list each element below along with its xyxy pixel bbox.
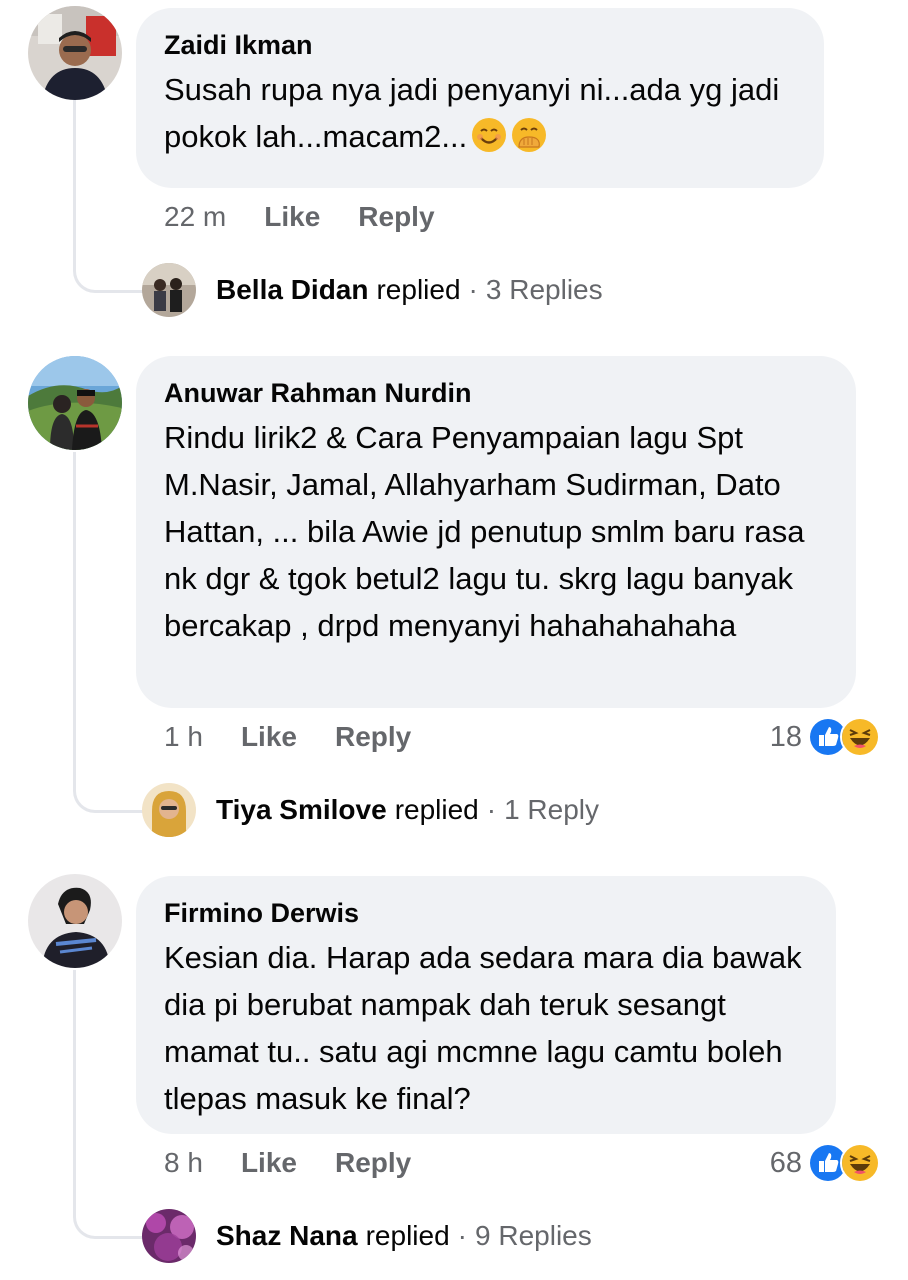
comment-bubble: Zaidi Ikman Susah rupa nya jadi penyanyi… [136,8,824,188]
reply-count[interactable]: 3 Replies [486,274,603,306]
comment-timestamp[interactable]: 1 h [164,721,203,752]
reply-avatar [142,783,196,837]
reply-count[interactable]: 1 Reply [504,794,599,826]
reply-button[interactable]: Reply [335,1147,411,1178]
reply-count[interactable]: 9 Replies [475,1220,592,1252]
comment-author[interactable]: Zaidi Ikman [164,28,796,62]
like-button[interactable]: Like [241,1147,297,1178]
face-with-hand-over-mouth-icon [511,117,547,153]
reply-verb: replied [376,274,461,305]
view-replies-link[interactable]: Tiya Smilove replied · 1 Reply [142,782,599,838]
like-button[interactable]: Like [264,201,320,232]
comment-bubble: Firmino Derwis Kesian dia. Harap ada sed… [136,876,836,1134]
comment-actions: 1 h Like Reply [164,720,411,754]
reply-author[interactable]: Shaz Nana [216,1220,358,1252]
comment-text: Susah rupa nya jadi penyanyi ni...ada yg… [164,72,780,154]
avatar[interactable] [28,6,122,100]
view-replies-link[interactable]: Bella Didan replied · 3 Replies [142,262,603,318]
comment-text: Kesian dia. Harap ada sedara mara dia ba… [164,940,802,1116]
avatar[interactable] [28,874,122,968]
comment-actions: 22 m Like Reply [164,200,435,234]
reply-avatar [142,263,196,317]
separator-dot: · [457,1220,467,1251]
reaction-summary[interactable]: 18 [770,717,880,757]
view-replies-link[interactable]: Shaz Nana replied · 9 Replies [142,1208,592,1264]
avatar[interactable] [28,356,122,450]
reply-button[interactable]: Reply [335,721,411,752]
separator-dot: · [486,794,497,825]
reaction-count: 18 [769,720,802,753]
comment-text: Rindu lirik2 & Cara Penyampaian lagu Spt… [164,420,805,643]
comment-timestamp[interactable]: 22 m [164,201,226,232]
comment-actions: 8 h Like Reply [164,1146,411,1180]
comment-timestamp[interactable]: 8 h [164,1147,203,1178]
reply-author[interactable]: Tiya Smilove [216,794,387,826]
reaction-summary[interactable]: 68 [770,1143,880,1183]
reply-verb: replied [394,794,479,825]
reply-author[interactable]: Bella Didan [216,274,368,306]
smiling-face-icon [471,117,507,153]
haha-reaction-icon [840,717,880,757]
like-button[interactable]: Like [241,721,297,752]
comment-bubble: Anuwar Rahman Nurdin Rindu lirik2 & Cara… [136,356,856,708]
comment-author[interactable]: Anuwar Rahman Nurdin [164,376,828,410]
comment-author[interactable]: Firmino Derwis [164,896,808,930]
haha-reaction-icon [840,1143,880,1183]
reply-avatar [142,1209,196,1263]
reply-verb: replied [365,1220,450,1251]
separator-dot: · [468,274,478,305]
reply-button[interactable]: Reply [358,201,434,232]
reaction-count: 68 [769,1146,802,1179]
